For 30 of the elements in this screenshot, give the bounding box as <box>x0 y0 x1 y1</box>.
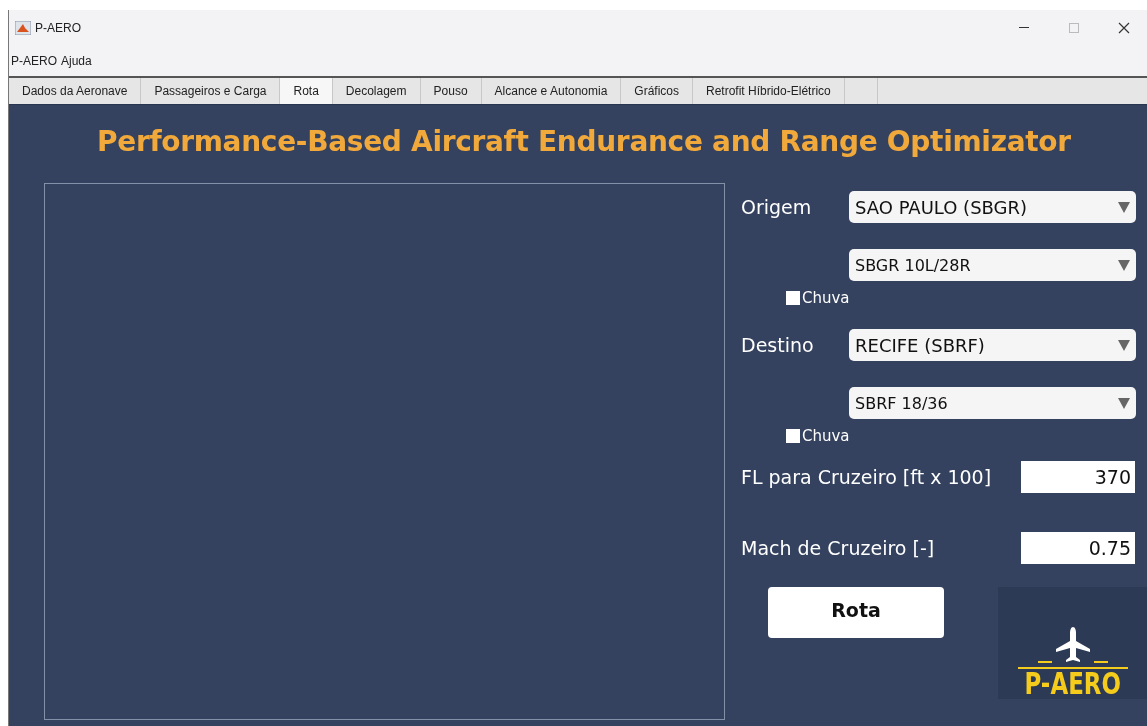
place-label: Origem <box>741 196 812 218</box>
route-button[interactable]: Rota <box>768 587 944 638</box>
minimize-icon <box>1019 27 1029 29</box>
rain-label: Chuva <box>802 427 850 445</box>
menu-item[interactable]: Ajuda <box>61 54 92 68</box>
field-label: FL para Cruzeiro [ft x 100] <box>741 466 992 488</box>
caret-icon <box>1118 259 1130 271</box>
airplane-icon <box>1017 625 1128 669</box>
caret-icon <box>1118 397 1130 409</box>
rain-label: Chuva <box>802 289 850 307</box>
airport-dropdown[interactable]: RECIFE (SBRF) <box>849 329 1136 361</box>
close-icon <box>1118 22 1130 34</box>
maximize-icon <box>1069 23 1079 33</box>
rain-checkbox[interactable] <box>786 429 800 443</box>
caret-icon <box>1118 201 1130 213</box>
input-field[interactable]: 370 <box>1021 461 1135 493</box>
tab[interactable]: Rota <box>280 78 333 104</box>
menu-item[interactable]: P-AERO <box>11 54 57 68</box>
input-field[interactable]: 0.75 <box>1021 532 1135 564</box>
rain-checkbox[interactable] <box>786 291 800 305</box>
place-label: Destino <box>741 334 814 356</box>
logo: P-AERO <box>998 587 1147 699</box>
runway-dropdown[interactable]: SBRF 18/36 <box>849 387 1136 419</box>
window-title: P-AERO <box>35 21 82 35</box>
app-icon <box>15 21 31 35</box>
runway-dropdown[interactable]: SBGR 10L/28R <box>849 249 1136 281</box>
page-heading: Performance-Based Aircraft Endurance and Range Optimizator <box>96 124 1072 160</box>
field-label: Mach de Cruzeiro [-] <box>741 537 935 559</box>
caret-icon <box>1118 339 1130 351</box>
airport-dropdown[interactable]: SAO PAULO (SBGR) <box>849 191 1136 223</box>
